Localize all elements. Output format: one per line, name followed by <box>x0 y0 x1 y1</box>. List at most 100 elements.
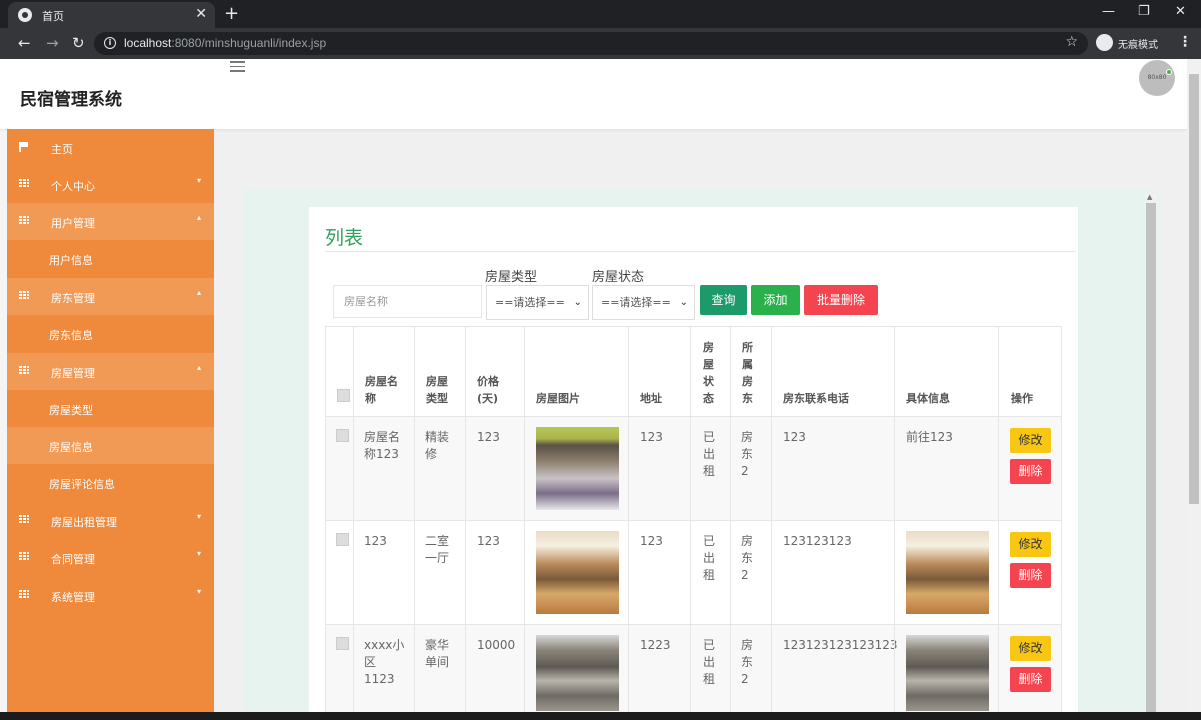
grid-icon <box>19 291 29 300</box>
back-arrow-icon[interactable]: ← <box>18 34 31 52</box>
sidebar-item-label: 用户管理 <box>51 217 95 230</box>
sidebar-subitem-house-type[interactable]: 房屋类型 <box>7 390 214 427</box>
query-button[interactable]: 查询 <box>700 285 747 315</box>
row-checkbox[interactable] <box>336 637 349 650</box>
edit-button[interactable]: 修改 <box>1010 636 1051 661</box>
sidebar-item-label: 合同管理 <box>51 553 95 566</box>
sidebar-item-label: 用户信息 <box>49 254 93 267</box>
tab-close-icon[interactable]: ✕ <box>195 6 207 22</box>
column-header: 价格(天) <box>477 375 499 405</box>
window-close-button[interactable]: ✕ <box>1175 4 1186 19</box>
house-photo-kitchen[interactable] <box>536 635 619 711</box>
sidebar: 主页 个人中心 ▾ 用户管理 ▴ 用户信息 房东管理 ▴ 房东信息 房屋管理 ▴… <box>7 129 214 712</box>
column-header: 房屋状态 <box>703 341 714 405</box>
inner-scrollbar-thumb[interactable] <box>1146 203 1156 712</box>
sidebar-item-house-management[interactable]: 房屋管理 ▴ <box>7 353 214 390</box>
house-name-input[interactable]: 房屋名称 <box>333 285 482 318</box>
delete-button[interactable]: 删除 <box>1010 667 1051 692</box>
url-text: localhost:8080/minshuguanli/index.jsp <box>124 36 327 50</box>
house-name-cell: xxxx小区1123 <box>364 638 405 686</box>
delete-button[interactable]: 删除 <box>1010 563 1051 588</box>
page-title: 列表 <box>325 227 364 249</box>
incognito-indicator[interactable]: 无痕模式 <box>1094 32 1166 54</box>
sidebar-item-label: 房屋管理 <box>51 367 95 380</box>
sidebar-item-system-management[interactable]: 系统管理 ▾ <box>7 577 214 614</box>
table-row: xxxx小区1123 豪华单间 10000 1223 已出租 房东2 12312… <box>325 625 1062 720</box>
chevron-down-icon: ⌄ <box>679 297 688 308</box>
chevron-up-icon: ▴ <box>196 288 201 297</box>
sidebar-item-label: 房屋评论信息 <box>49 478 115 491</box>
info-icon[interactable]: i <box>104 37 116 49</box>
chrome-favicon-icon <box>18 8 32 22</box>
sidebar-item-home[interactable]: 主页 <box>7 129 214 166</box>
house-type-select[interactable]: ==请选择== ⌄ <box>486 285 589 320</box>
house-photo-bedroom[interactable] <box>536 427 619 510</box>
chevron-down-icon: ⌄ <box>573 297 582 308</box>
price-cell: 10000 <box>477 638 516 652</box>
sidebar-item-personal-center[interactable]: 个人中心 ▾ <box>7 166 214 203</box>
bookmark-star-icon[interactable]: ☆ <box>1065 34 1078 50</box>
house-name-cell: 123 <box>364 534 387 548</box>
address-cell: 1223 <box>640 638 671 652</box>
grid-icon <box>19 590 29 599</box>
grid-icon <box>19 366 29 375</box>
batch-delete-button[interactable]: 批量删除 <box>804 285 878 315</box>
page-scrollbar-thumb[interactable] <box>1189 74 1199 504</box>
column-header: 房屋图片 <box>536 392 580 405</box>
sidebar-item-rental-management[interactable]: 房屋出租管理 ▾ <box>7 502 214 539</box>
sidebar-item-label: 主页 <box>51 143 73 156</box>
edit-button[interactable]: 修改 <box>1010 532 1051 557</box>
page-scrollbar[interactable] <box>1187 59 1201 712</box>
app-header: 民宿管理系统 80x80 <box>0 59 1187 129</box>
select-all-checkbox[interactable] <box>337 389 350 402</box>
status-cell: 已出租 <box>703 638 716 686</box>
table-row: 123 二室一厅 123 123 已出租 房东2 123123123 修改 删除 <box>325 521 1062 625</box>
scroll-up-icon[interactable]: ▲ <box>1147 193 1152 201</box>
restore-button[interactable]: ❐ <box>1138 4 1150 19</box>
forward-arrow-icon[interactable]: → <box>46 34 59 52</box>
landlord-cell: 房东2 <box>741 430 754 478</box>
inner-scrollbar[interactable]: ▲ <box>1145 193 1157 712</box>
hamburger-menu-icon[interactable] <box>230 61 245 72</box>
delete-button[interactable]: 删除 <box>1010 459 1051 484</box>
browser-tab[interactable]: 首页 ✕ <box>8 2 215 28</box>
house-status-select[interactable]: ==请选择== ⌄ <box>592 285 695 320</box>
detail-photo-kitchen[interactable] <box>906 635 989 711</box>
minimize-button[interactable]: — <box>1102 4 1115 19</box>
row-checkbox[interactable] <box>336 533 349 546</box>
column-divider <box>894 326 895 720</box>
column-divider <box>414 326 415 720</box>
new-tab-button[interactable]: + <box>224 3 239 24</box>
address-cell: 123 <box>640 430 663 444</box>
browser-menu-icon[interactable]: ⋮ <box>1178 34 1192 50</box>
list-panel: 列表 房屋类型 房屋状态 房屋名称 ==请选择== ⌄ ==请选择== ⌄ 查询… <box>309 207 1078 720</box>
avatar[interactable]: 80x80 <box>1139 60 1175 96</box>
sidebar-subitem-house-comments[interactable]: 房屋评论信息 <box>7 464 214 501</box>
house-name-cell: 房屋名称123 <box>364 430 401 461</box>
house-status-label: 房屋状态 <box>592 270 645 285</box>
row-checkbox[interactable] <box>336 429 349 442</box>
add-button[interactable]: 添加 <box>751 285 800 315</box>
sidebar-item-landlord-management[interactable]: 房东管理 ▴ <box>7 278 214 315</box>
sidebar-subitem-house-info[interactable]: 房屋信息 <box>7 427 214 464</box>
sidebar-subitem-landlord-info[interactable]: 房东信息 <box>7 315 214 352</box>
brand-title: 民宿管理系统 <box>20 90 122 110</box>
house-status-select-value: ==请选择== <box>601 296 671 309</box>
grid-icon <box>19 552 29 561</box>
phone-cell: 123123123123123 <box>783 638 898 652</box>
sidebar-item-label: 房东管理 <box>51 292 95 305</box>
chevron-down-icon: ▾ <box>196 176 201 185</box>
address-bar[interactable]: i localhost:8080/minshuguanli/index.jsp … <box>94 32 1088 55</box>
sidebar-subitem-user-info[interactable]: 用户信息 <box>7 240 214 277</box>
sidebar-item-user-management[interactable]: 用户管理 ▴ <box>7 203 214 240</box>
house-photo-living-room[interactable] <box>536 531 619 614</box>
online-status-dot <box>1166 69 1172 75</box>
sidebar-item-label: 个人中心 <box>51 180 95 193</box>
detail-photo-living-room[interactable] <box>906 531 989 614</box>
edit-button[interactable]: 修改 <box>1010 428 1051 453</box>
column-header: 房屋类型 <box>426 375 448 405</box>
column-divider <box>690 326 691 720</box>
sidebar-item-contract-management[interactable]: 合同管理 ▾ <box>7 539 214 576</box>
column-header: 房东联系电话 <box>783 392 849 405</box>
reload-icon[interactable]: ↻ <box>72 34 85 52</box>
